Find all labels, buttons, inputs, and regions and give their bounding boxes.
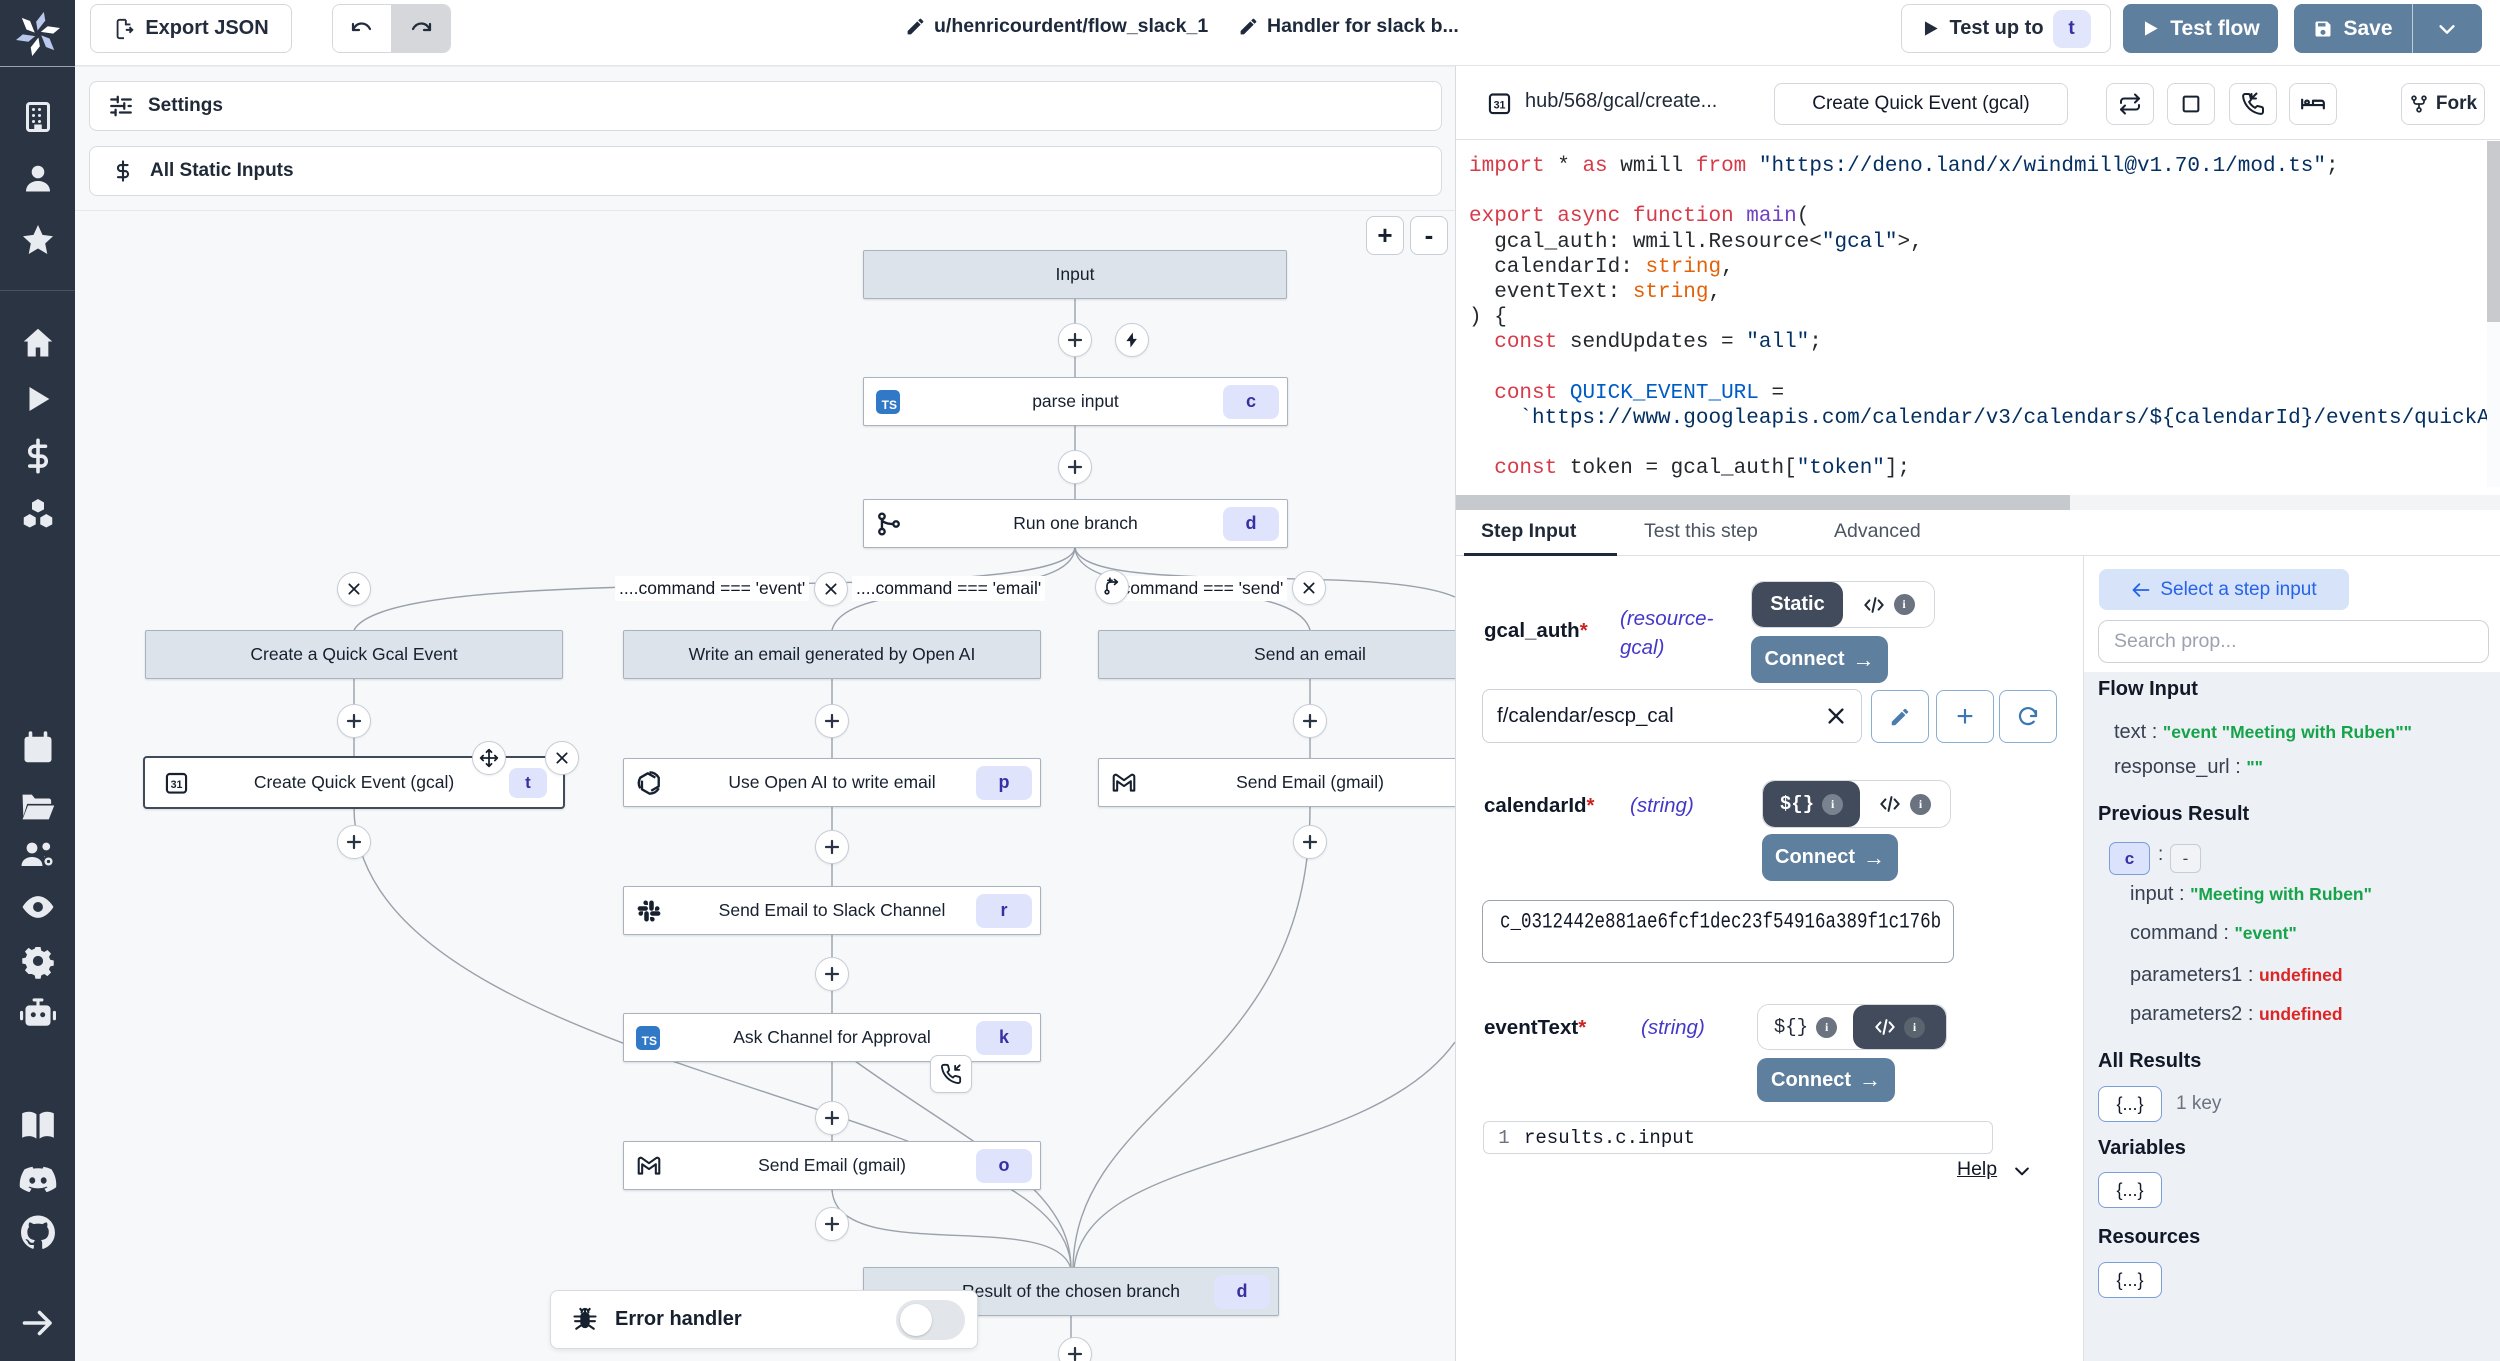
svg-text:31: 31: [171, 779, 183, 791]
svg-text:31: 31: [1494, 100, 1506, 112]
